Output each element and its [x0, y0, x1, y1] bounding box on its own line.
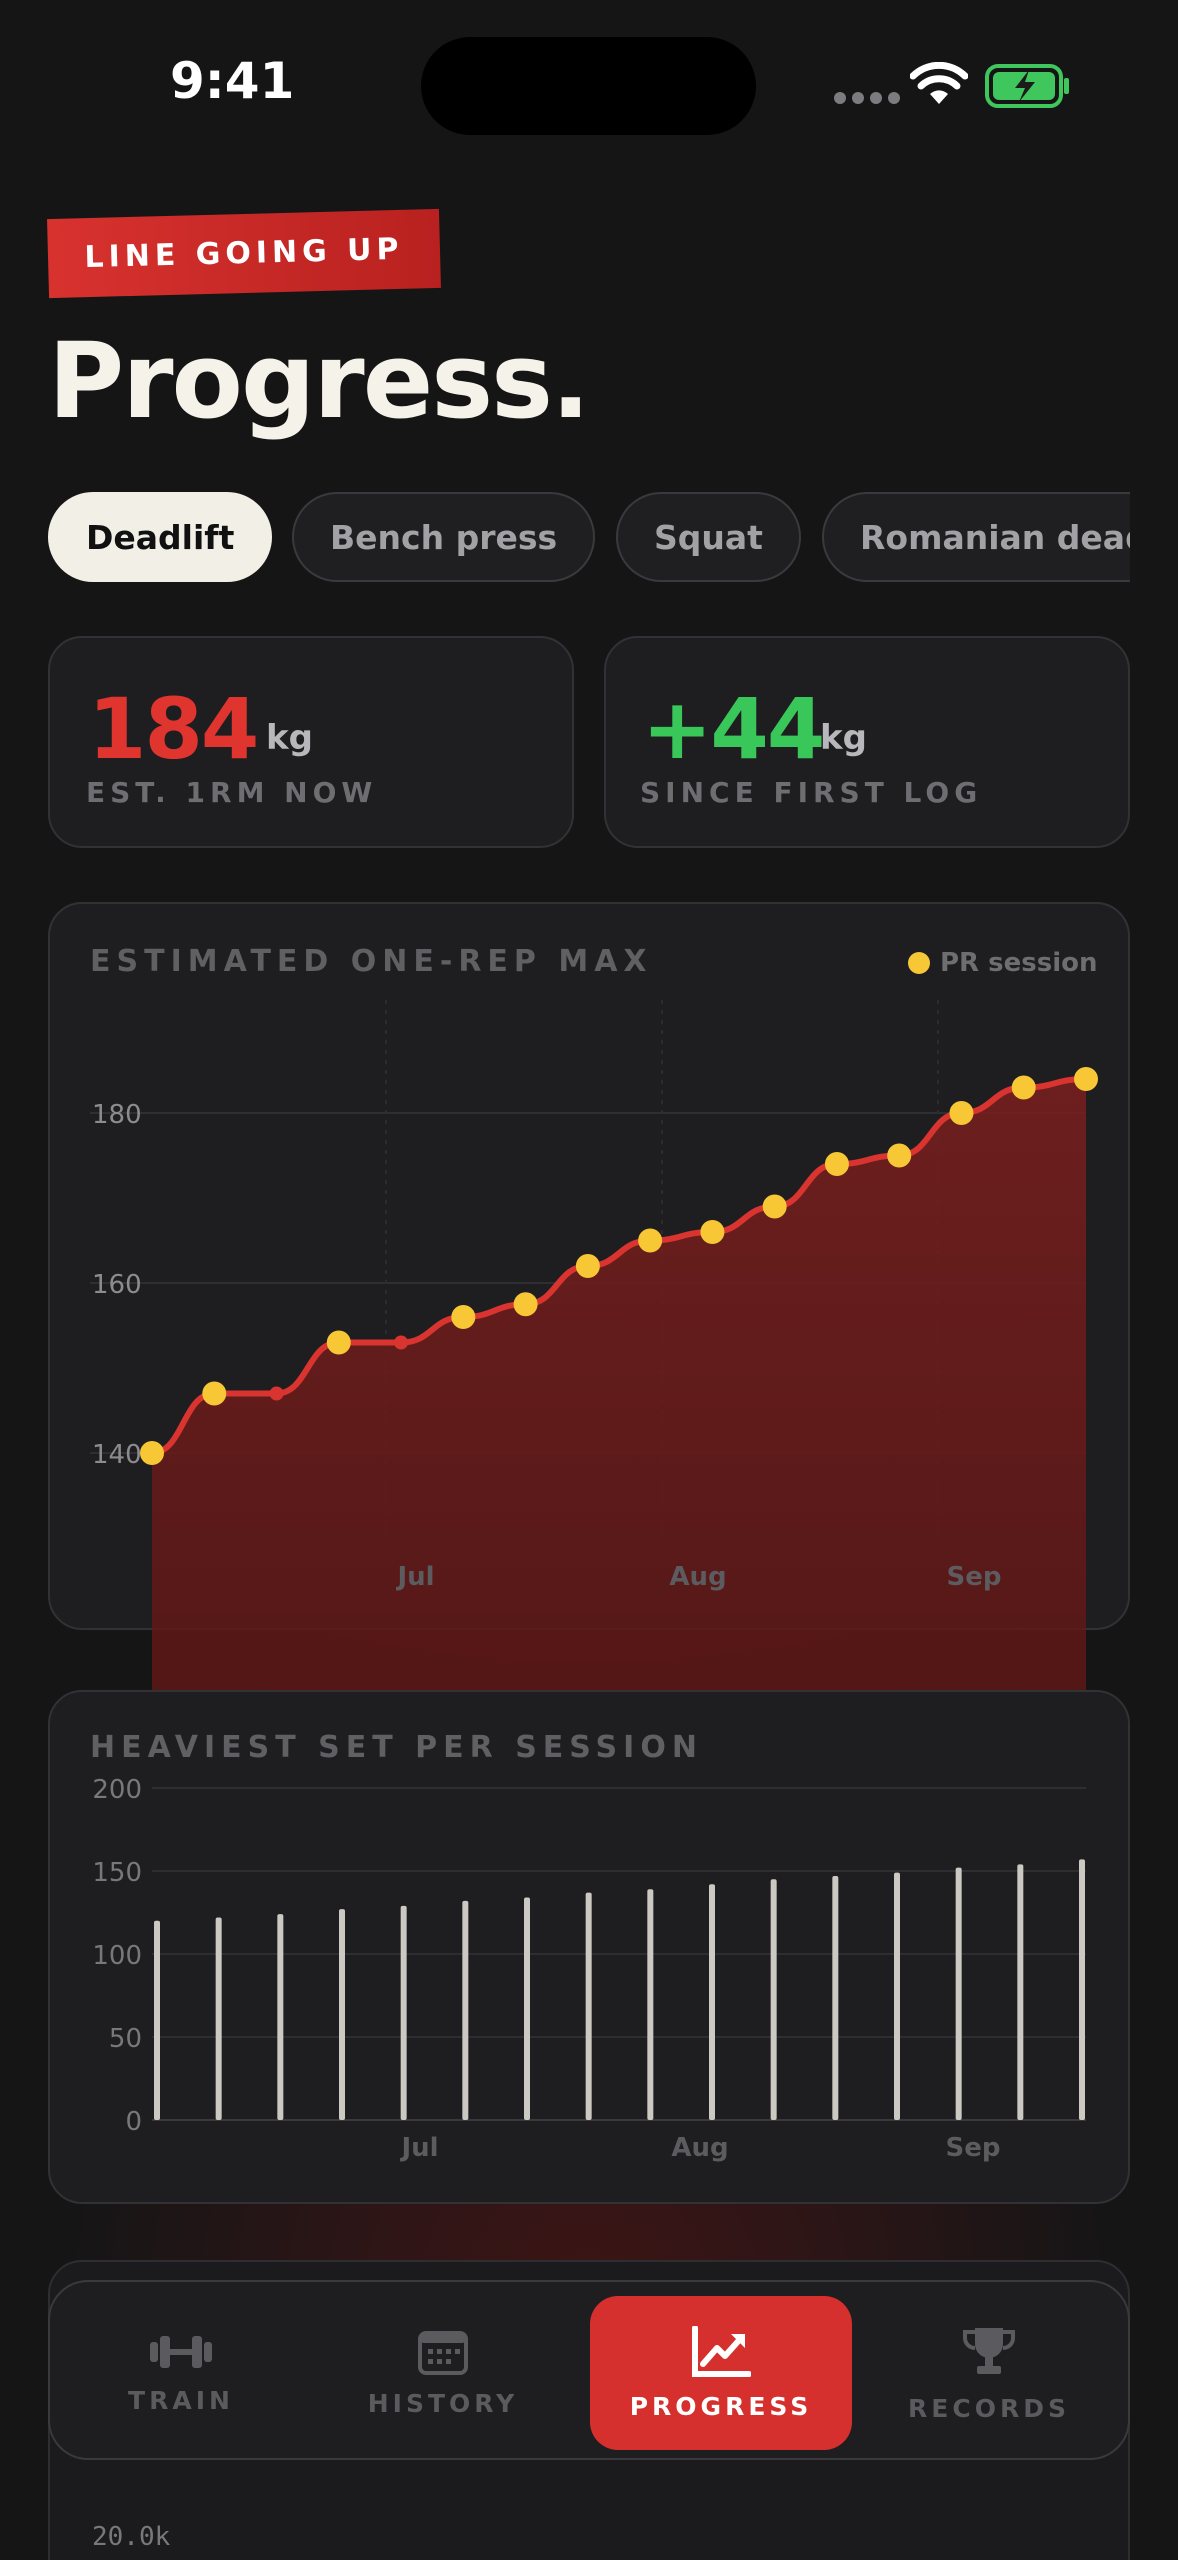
est-1rm-value: 184 [88, 680, 259, 778]
pill-romanian-deadlift[interactable]: Romanian dead [822, 492, 1130, 582]
since-first-value: +44 [642, 680, 825, 778]
wifi-icon [910, 62, 968, 104]
pill-squat[interactable]: Squat [616, 492, 801, 582]
dynamic-island [421, 37, 756, 135]
since-first-label: SINCE FIRST LOG [640, 776, 983, 809]
calendar-icon [418, 2330, 468, 2375]
nav-history-label: HISTORY [367, 2388, 519, 2418]
exercise-selector: Deadlift Bench press Squat Romanian dead [48, 492, 1130, 582]
cellular-signal-icon [834, 92, 900, 104]
pr-legend: PR session [908, 948, 1097, 978]
pr-legend-label: PR session [940, 948, 1098, 978]
status-time: 9:41 [170, 52, 295, 110]
chart-up-icon [692, 2325, 751, 2377]
page-title: Progress. [48, 320, 591, 442]
est-1rm-unit: kg [266, 718, 313, 758]
pr-dot-icon [908, 952, 930, 974]
heaviest-set-title: HEAVIEST SET PER SESSION [90, 1730, 703, 1765]
heaviest-set-card [48, 1690, 1130, 2204]
nav-train-label: TRAIN [128, 2385, 234, 2415]
dumbbell-icon [150, 2335, 212, 2368]
tagline-badge: LINE GOING UP [47, 208, 441, 299]
nav-history[interactable]: HISTORY [312, 2296, 574, 2450]
bottom-nav: TRAIN HISTORY PROGRESS RECORDS [48, 2280, 1130, 2460]
nav-records-label: RECORDS [908, 2393, 1070, 2423]
pill-deadlift[interactable]: Deadlift [48, 492, 273, 582]
nav-train[interactable]: TRAIN [50, 2296, 312, 2450]
one-rep-max-card [48, 902, 1130, 1630]
partial-chart-tick: 20.0k [92, 2522, 171, 2552]
one-rep-max-title: ESTIMATED ONE-REP MAX [90, 944, 653, 979]
nav-records[interactable]: RECORDS [858, 2296, 1120, 2450]
nav-progress-label: PROGRESS [629, 2391, 813, 2421]
trophy-icon [963, 2327, 1015, 2374]
nav-progress[interactable]: PROGRESS [590, 2296, 852, 2450]
since-first-unit: kg [820, 718, 867, 758]
pill-bench-press[interactable]: Bench press [292, 492, 596, 582]
battery-charging-icon [985, 64, 1069, 108]
est-1rm-label: EST. 1RM NOW [86, 776, 378, 809]
